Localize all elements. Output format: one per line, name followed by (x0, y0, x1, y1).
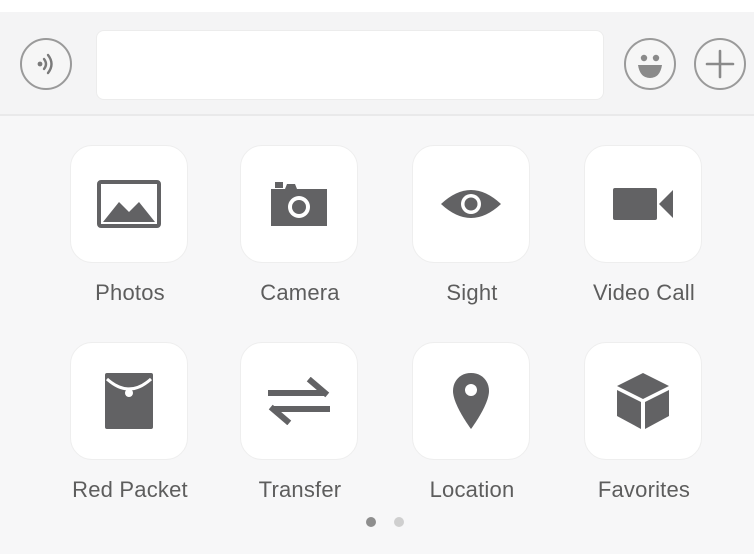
location-pin-icon (453, 373, 489, 429)
video-call-tile[interactable] (584, 145, 702, 263)
plus-icon (705, 49, 735, 79)
favorites-tile[interactable] (584, 342, 702, 460)
transfer-label: Transfer (258, 477, 342, 502)
transfer-tile[interactable] (240, 342, 358, 460)
page-indicator (362, 514, 404, 530)
red-packet-icon (105, 373, 153, 429)
smiley-face-icon (638, 54, 662, 78)
cube-icon (617, 373, 669, 429)
sight-label: Sight (446, 280, 498, 305)
page-dot-2[interactable] (394, 517, 404, 527)
sight-tile[interactable] (412, 145, 530, 263)
favorites-label: Favorites (597, 477, 691, 502)
emoji-button[interactable] (624, 38, 676, 90)
video-camera-icon (613, 188, 673, 220)
photos-label: Photos (95, 280, 165, 305)
voice-wave-icon (37, 53, 53, 75)
camera-tile[interactable] (240, 145, 358, 263)
camera-icon (271, 182, 327, 226)
location-label: Location (429, 477, 515, 502)
page-dot-1[interactable] (366, 517, 376, 527)
red-packet-tile[interactable] (70, 342, 188, 460)
top-strip (0, 0, 754, 12)
message-input[interactable] (96, 30, 604, 100)
more-button[interactable] (694, 38, 746, 90)
video-call-label: Video Call (593, 280, 695, 305)
transfer-arrows-icon (268, 377, 330, 425)
photo-icon (97, 180, 161, 228)
red-packet-label: Red Packet (72, 477, 188, 502)
input-toolbar (0, 12, 754, 116)
camera-label: Camera (260, 280, 340, 305)
voice-button[interactable] (20, 38, 72, 90)
eye-icon (441, 190, 501, 218)
photos-tile[interactable] (70, 145, 188, 263)
location-tile[interactable] (412, 342, 530, 460)
chat-input-screen: Photos Camera Sight Video Call Red Packe… (0, 0, 754, 554)
